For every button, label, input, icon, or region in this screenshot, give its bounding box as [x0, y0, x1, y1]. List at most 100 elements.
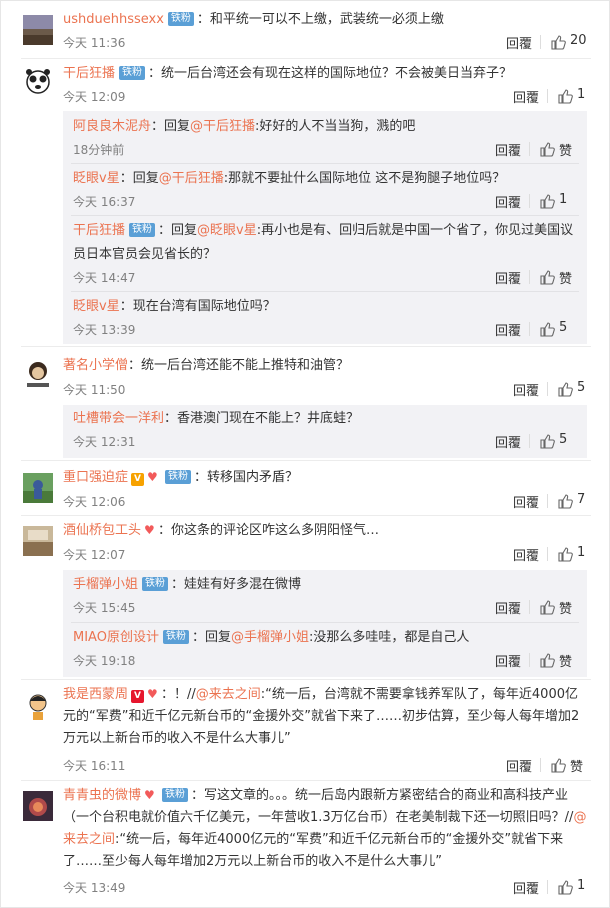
like-count: 赞 [559, 272, 573, 287]
separator [71, 291, 579, 292]
avatar[interactable] [23, 67, 53, 97]
reply-button[interactable]: 回覆 [513, 545, 539, 564]
like-count: 5 [559, 432, 568, 447]
avatar[interactable] [23, 791, 53, 821]
like-count: 20 [570, 33, 587, 48]
avatar[interactable] [23, 526, 53, 556]
reply-text: 阿良良木泥舟：回复@干后狂播:好好的人不当当狗，溅的吧 [73, 115, 557, 139]
comment-item: 重口强迫症 V ♥ 铁粉 ：转移国内矛盾？ 今天 12:06 回覆 7 [1, 461, 609, 515]
reply-prefix: ：回复 [151, 119, 191, 134]
mention-link[interactable]: @眨眼v星 [197, 223, 257, 238]
mention-link[interactable]: @手榴弹小姐 [231, 630, 309, 645]
reply-list: 手榴弹小姐 铁粉 ：娃娃有好多混在微博 今天 15:45 回覆 赞 MIAO原创设计… [63, 570, 587, 677]
thumbs-up-icon[interactable] [557, 879, 573, 895]
reply-button[interactable]: 回覆 [506, 33, 532, 52]
comment-item: 青青虫的微博 ♥ 铁粉 ：写这文章的。。。统一后岛内跟新方紧密结合的商业和高科技产业（… [1, 781, 609, 907]
mention-link[interactable]: @来去之间 [196, 687, 261, 702]
comment-username[interactable]: 著名小学僧 [63, 358, 128, 373]
thumbs-up-icon[interactable] [539, 599, 555, 615]
thumbs-up-icon[interactable] [539, 433, 555, 449]
thumbs-up-icon[interactable] [550, 757, 566, 773]
comment-text: 酒仙桥包工头 ♥ ：你这条的评论区咋这么多阴阳怪气… [63, 520, 587, 542]
reply-button[interactable]: 回覆 [513, 380, 539, 399]
reply-button[interactable]: 回覆 [495, 320, 521, 339]
reply-list: 吐槽带会一洋利：香港澳门现在不能上？井底蛙？ 今天 12:31 回覆 5 [63, 405, 587, 458]
divider [547, 880, 548, 894]
comment-username[interactable]: ushduehhssexx [63, 12, 164, 27]
comment-time: 今天 13:49 [63, 881, 126, 895]
comment-content: ：你这条的评论区咋这么多阴阳怪气… [158, 523, 380, 538]
reply-username[interactable]: 手榴弹小姐 [73, 577, 138, 592]
reply-prefix: ：回复 [191, 630, 231, 645]
reply-content: :那就不要扯什么国际地位 这不是狗腿子地位吗？ [223, 171, 506, 186]
reply-button[interactable]: 回覆 [495, 432, 521, 451]
reply-button[interactable]: 回覆 [495, 598, 521, 617]
like-count: 7 [577, 492, 586, 507]
reply-button[interactable]: 回覆 [495, 192, 521, 211]
avatar[interactable] [23, 359, 53, 389]
thumbs-up-icon[interactable] [557, 381, 573, 397]
comment-text: 著名小学僧：统一后台湾还能不能上推特和油管？ [63, 355, 587, 377]
divider [547, 382, 548, 396]
heart-emoji-icon: ♥ [147, 470, 158, 484]
reply-list: 阿良良木泥舟：回复@干后狂播:好好的人不当当狗，溅的吧 18分钟前 回覆 赞 眨… [63, 111, 587, 344]
avatar[interactable] [23, 473, 53, 503]
comment-time: 今天 12:06 [63, 495, 126, 509]
thumbs-up-icon[interactable] [550, 34, 566, 50]
reply-button[interactable]: 回覆 [495, 268, 521, 287]
comment-username[interactable]: 干后狂播 [63, 66, 115, 81]
reply-text: 眨眼v星：现在台湾有国际地位吗？ [73, 295, 557, 319]
reply-prefix: ：回复 [119, 171, 159, 186]
follower-badge: 铁粉 [165, 470, 192, 484]
comment-username[interactable]: 酒仙桥包工头 [63, 523, 141, 538]
comment-item: ushduehhssexx 铁粉 ：和平统一可以不上缴，武装统一必须上缴 今天 11… [1, 1, 609, 59]
reply-button[interactable]: 回覆 [513, 87, 539, 106]
comment-username[interactable]: 重口强迫症 [63, 470, 128, 485]
thumbs-up-icon[interactable] [539, 652, 555, 668]
comment-username[interactable]: 我是西蒙周 [63, 687, 128, 702]
comment-text: 青青虫的微博 ♥ 铁粉 ：写这文章的。。。统一后岛内跟新方紧密结合的商业和高科技产业（… [63, 785, 587, 873]
heart-emoji-icon: ♥ [144, 788, 155, 802]
thumbs-up-icon[interactable] [557, 88, 573, 104]
separator [71, 622, 579, 623]
reply-time: 今天 12:31 [73, 435, 136, 449]
thumbs-up-icon[interactable] [539, 321, 555, 337]
divider [529, 322, 530, 336]
reply-username[interactable]: 眨眼v星 [73, 299, 120, 314]
reply-button[interactable]: 回覆 [495, 140, 521, 159]
reply-username[interactable]: 吐槽带会一洋利 [73, 411, 164, 426]
reply-time: 今天 15:45 [73, 601, 136, 615]
divider [529, 142, 530, 156]
comment-item: 著名小学僧：统一后台湾还能不能上推特和油管？ 今天 11:50 回覆 5 吐槽带… [1, 347, 609, 460]
comment-username[interactable]: 青青虫的微博 [63, 788, 141, 803]
thumbs-up-icon[interactable] [539, 269, 555, 285]
mention-link[interactable]: @干后狂播 [190, 119, 255, 134]
divider [529, 653, 530, 667]
reply-time: 今天 13:39 [73, 323, 136, 337]
reply-username[interactable]: 眨眼v星 [73, 171, 120, 186]
divider [529, 434, 530, 448]
reply-time: 今天 14:47 [73, 271, 136, 285]
follower-badge: 铁粉 [142, 577, 169, 591]
thumbs-up-icon[interactable] [539, 141, 555, 157]
reply-username[interactable]: MIAO原创设计 [73, 630, 159, 645]
thumbs-up-icon[interactable] [557, 493, 573, 509]
thumbs-up-icon[interactable] [557, 546, 573, 562]
reply-text: MIAO原创设计 铁粉 ：回复@手榴弹小姐:没那么多哇哇，都是自己人 [73, 626, 557, 650]
thumbs-up-icon[interactable] [539, 193, 555, 209]
mention-link[interactable]: @干后狂播 [159, 171, 224, 186]
avatar[interactable] [23, 15, 53, 45]
reply-button[interactable]: 回覆 [513, 878, 539, 897]
reply-content: :好好的人不当当狗，溅的吧 [255, 119, 416, 134]
comment-item: 酒仙桥包工头 ♥ ：你这条的评论区咋这么多阴阳怪气… 今天 12:07 回覆 1 手… [1, 516, 609, 679]
reply-button[interactable]: 回覆 [513, 492, 539, 511]
like-count: 5 [577, 380, 586, 395]
reply-username[interactable]: 干后狂播 [73, 223, 125, 238]
reply-username[interactable]: 阿良良木泥舟 [73, 119, 151, 134]
divider [529, 270, 530, 284]
comment-text: 我是西蒙周 V ♥ ：！//@来去之间:“统一后，台湾就不需要拿钱养军队了，每年近40… [63, 684, 587, 750]
reply-button[interactable]: 回覆 [495, 651, 521, 670]
like-count: 赞 [559, 602, 573, 617]
avatar[interactable] [23, 690, 53, 720]
reply-button[interactable]: 回覆 [506, 756, 532, 775]
